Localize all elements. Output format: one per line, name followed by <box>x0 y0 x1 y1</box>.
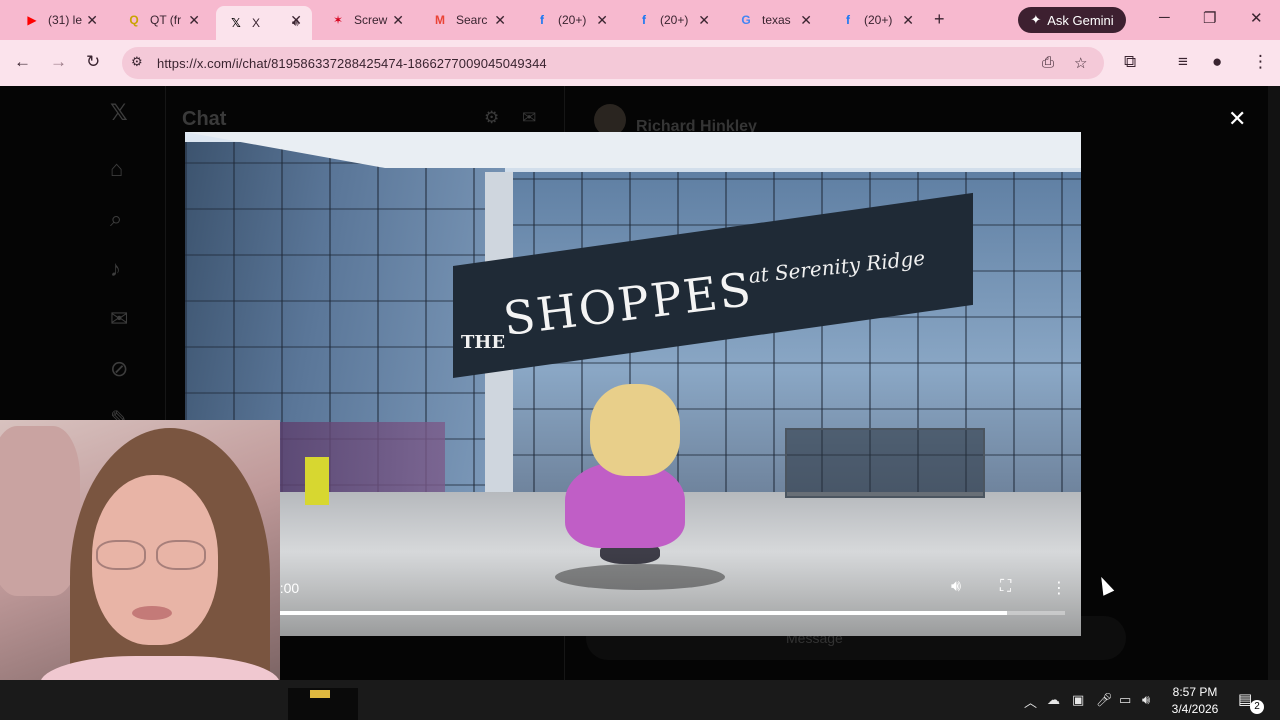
extensions-icon[interactable]: ⧉ <box>1124 52 1136 72</box>
restore-icon[interactable]: ❐ <box>1203 9 1216 27</box>
browser-tab[interactable]: f (20+) ✕ <box>624 6 720 34</box>
browser-tab[interactable]: Gtexas ✕ <box>726 6 822 34</box>
network-icon[interactable]: ▭ <box>1119 692 1131 708</box>
facebook-icon: f <box>540 13 544 27</box>
video-progress-fill <box>233 611 1007 615</box>
gmail-icon: M <box>435 13 445 27</box>
close-tab-icon[interactable]: ✕ <box>290 12 302 29</box>
profile-avatar-icon[interactable]: ● <box>1212 52 1222 72</box>
cushion <box>0 426 80 596</box>
close-media-icon[interactable]: ✕ <box>1228 106 1246 132</box>
person-lips <box>132 606 172 620</box>
browser-tab[interactable]: 𝕏 X 🔊︎ ✕ <box>216 6 312 40</box>
tab-title: (20+) <box>660 13 689 27</box>
webcam-overlay <box>0 420 280 720</box>
speaker-icon[interactable]: 🔊︎ <box>1142 692 1150 708</box>
new-message-icon[interactable]: ✉ <box>522 108 536 128</box>
page-scrollbar[interactable] <box>1268 86 1280 680</box>
messages-envelope-icon[interactable]: ✉ <box>110 306 128 332</box>
entrance-doors <box>785 428 985 498</box>
glasses-left <box>96 540 146 570</box>
close-tab-icon[interactable]: ✕ <box>800 12 812 29</box>
browser-toolbar: ← → ↻ ⚙ https://x.com/i/chat/81958633728… <box>0 40 1280 86</box>
tab-title: (31) le <box>48 13 83 27</box>
close-tab-icon[interactable]: ✕ <box>494 12 506 29</box>
browser-tab[interactable]: ✶ Screw ✕ <box>318 6 414 34</box>
tab-title: (20+) <box>558 13 587 27</box>
bookmark-star-icon[interactable]: ☆ <box>1074 54 1087 72</box>
roof-band <box>185 132 1081 168</box>
close-tab-icon[interactable]: ✕ <box>596 12 608 29</box>
tray-chevron-icon[interactable]: ︿ <box>1024 692 1037 711</box>
reload-icon[interactable]: ↻ <box>86 52 100 72</box>
ask-gemini-button[interactable]: ✦ Ask Gemini <box>1018 7 1126 33</box>
site-info-icon[interactable]: ⚙ <box>131 54 143 70</box>
video-player[interactable]: THE SHOPPES at Serenity Ridge 0:01 / 1:0… <box>185 132 1081 636</box>
gemini-sparkle-icon: ✦ <box>1030 12 1042 27</box>
onedrive-icon[interactable]: ☁ <box>1047 692 1060 708</box>
close-tab-icon[interactable]: ✕ <box>698 12 710 29</box>
x-icon: 𝕏 <box>231 16 241 30</box>
browser-tab[interactable]: f (20+) ✕ <box>828 6 924 34</box>
microphone-icon[interactable]: 🎤︎ <box>1096 692 1113 708</box>
file-explorer-icon[interactable] <box>310 690 330 698</box>
taskbar: ︿ ☁ ▣ 🎤︎ ▭ 🔊︎ 8:57 PM 3/4/2026 ▤ 2 <box>0 680 1280 720</box>
back-icon[interactable]: ← <box>14 52 31 72</box>
browser-menu-icon[interactable]: ⋮ <box>1252 52 1269 72</box>
forward-icon[interactable]: → <box>50 52 67 72</box>
youtube-icon: ▶ <box>27 13 37 27</box>
chat-title: Chat <box>182 108 227 130</box>
facebook-icon: f <box>642 13 646 27</box>
tab-title: (20+) <box>864 13 893 27</box>
close-tab-icon[interactable]: ✕ <box>86 12 98 29</box>
sign-the: THE <box>461 332 506 353</box>
tab-title: Screw <box>354 13 388 27</box>
close-window-icon[interactable]: ✕ <box>1250 9 1263 27</box>
tab-title: QT (fr <box>150 13 182 27</box>
qt-icon: Q <box>129 13 139 27</box>
media-controls-icon[interactable]: ≡ <box>1178 52 1188 72</box>
ask-gemini-label: Ask Gemini <box>1047 12 1114 28</box>
tab-title: texas <box>762 13 791 27</box>
search-icon[interactable]: ⌕ <box>110 206 122 232</box>
video-progress-bar[interactable] <box>233 611 1065 615</box>
google-icon: G <box>741 13 751 27</box>
tab-title: X <box>252 16 261 30</box>
system-clock[interactable]: 8:57 PM 3/4/2026 <box>1166 684 1224 718</box>
grok-icon[interactable]: ⊘ <box>110 356 128 382</box>
glasses-right <box>156 540 206 570</box>
browser-tab[interactable]: M Searc ✕ <box>420 6 516 34</box>
url-text[interactable]: https://x.com/i/chat/819586337288425474-… <box>157 56 547 71</box>
browser-tab[interactable]: ▶ (31) le ✕ <box>12 6 108 34</box>
close-tab-icon[interactable]: ✕ <box>902 12 914 29</box>
more-options-icon[interactable]: ⋮ <box>1051 578 1067 598</box>
facebook-icon: f <box>846 13 850 27</box>
close-tab-icon[interactable]: ✕ <box>392 12 404 29</box>
clock-time: 8:57 PM <box>1172 685 1218 699</box>
settings-gear-icon[interactable]: ⚙ <box>484 108 499 128</box>
close-tab-icon[interactable]: ✕ <box>188 12 200 29</box>
clock-date: 3/4/2026 <box>1171 702 1219 716</box>
install-app-icon[interactable]: ⎙ <box>1042 54 1054 71</box>
controls-gradient <box>185 552 1081 636</box>
new-tab-button[interactable]: + <box>934 9 945 30</box>
browser-tab[interactable]: f (20+) ✕ <box>522 6 618 34</box>
screwfix-icon: ✶ <box>332 13 344 27</box>
character-hair <box>590 384 680 476</box>
browser-tab[interactable]: Q QT (fr ✕ <box>114 6 210 34</box>
minimize-icon[interactable]: ─ <box>1159 9 1170 26</box>
x-logo-icon[interactable]: 𝕏 <box>110 100 128 126</box>
notification-count-badge: 2 <box>1250 700 1264 714</box>
tray-app-icon[interactable]: ▣ <box>1072 692 1084 708</box>
tab-strip: ▶ (31) le ✕ Q QT (fr ✕ 𝕏 X 🔊︎ ✕ ✶ Screw ✕ M Searc ✕ f (20… <box>0 0 1280 40</box>
kiosk <box>305 457 329 505</box>
notifications-bell-icon[interactable]: ♪ <box>110 256 121 282</box>
volume-icon[interactable]: 🔊︎ <box>951 578 961 596</box>
tab-title: Searc <box>456 13 488 27</box>
address-bar[interactable]: ⚙ https://x.com/i/chat/81958633728842547… <box>122 47 1104 79</box>
home-icon[interactable]: ⌂ <box>110 156 123 182</box>
fullscreen-icon[interactable]: ⛶ <box>1000 578 1011 596</box>
